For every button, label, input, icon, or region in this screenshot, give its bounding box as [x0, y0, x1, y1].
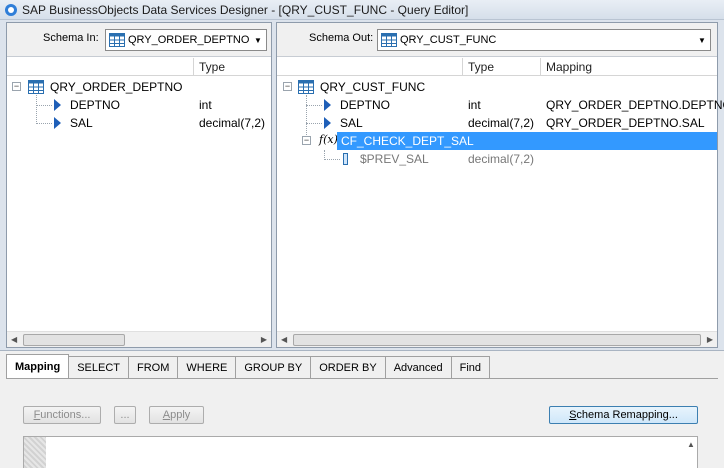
schema-in-root-row[interactable]: − QRY_ORDER_DEPTNO — [7, 78, 271, 96]
scroll-left-icon[interactable]: ◀ — [11, 335, 17, 344]
editor-gutter — [24, 437, 46, 468]
column-name: SAL — [340, 116, 363, 130]
expand-collapse-icon[interactable]: − — [283, 82, 292, 91]
tab-order-by[interactable]: ORDER BY — [310, 356, 386, 378]
variable-type: decimal(7,2) — [468, 152, 535, 166]
scroll-right-icon[interactable]: ▶ — [261, 335, 267, 344]
schema-out-combo[interactable]: QRY_CUST_FUNC ▼ — [377, 29, 711, 51]
schema-out-header: Schema Out: QRY_CUST_FUNC ▼ — [277, 23, 717, 57]
schema-out-root-row[interactable]: − QRY_CUST_FUNC — [277, 78, 717, 96]
schema-in-label: Schema In: — [43, 32, 99, 44]
scroll-thumb[interactable] — [293, 334, 701, 346]
tab-select[interactable]: SELECT — [68, 356, 130, 378]
functions-button[interactable]: Functions... — [23, 406, 101, 424]
schema-remapping-button-label: chema Remapping... — [576, 409, 678, 421]
schema-out-pane: Schema Out: QRY_CUST_FUNC ▼ Type Mapping… — [276, 22, 724, 348]
apply-button[interactable]: Apply — [149, 406, 204, 424]
type-column-header[interactable]: Type — [199, 60, 225, 74]
column-separator[interactable] — [540, 58, 541, 76]
tab-find[interactable]: Find — [450, 356, 491, 378]
table-row[interactable]: DEPTNO int — [7, 96, 271, 114]
schema-in-column-headers: Type — [7, 58, 271, 76]
functions-button-mnemonic: F — [33, 409, 41, 421]
column-type: int — [199, 98, 212, 112]
function-name: CF_CHECK_DEPT_SAL — [341, 134, 474, 148]
tab-mapping[interactable]: Mapping — [6, 354, 70, 378]
table-row[interactable]: SAL decimal(7,2) — [7, 114, 271, 132]
functions-button-label: unctions... — [40, 409, 91, 421]
column-separator[interactable] — [193, 58, 194, 76]
table-icon — [381, 33, 397, 47]
schema-remapping-button-mnemonic: S — [569, 409, 577, 421]
variable-name: $PREV_SAL — [360, 152, 429, 166]
scroll-left-icon[interactable]: ◀ — [281, 335, 287, 344]
tab-advanced[interactable]: Advanced — [384, 356, 452, 378]
tree-line — [306, 123, 322, 124]
column-mapping: QRY_ORDER_DEPTNO.SAL — [546, 116, 705, 130]
schema-in-pane: Schema In: QRY_ORDER_DEPTNO ▼ Type − QRY… — [6, 22, 272, 348]
column-type: decimal(7,2) — [199, 116, 266, 130]
horizontal-scrollbar[interactable]: ◀ ▶ — [7, 331, 271, 347]
schema-out-label: Schema Out: — [309, 32, 374, 44]
expand-collapse-icon[interactable]: − — [302, 136, 311, 145]
horizontal-scrollbar[interactable]: ◀ ▶ — [277, 331, 717, 347]
variable-icon — [343, 153, 348, 165]
tree-line — [36, 123, 52, 124]
column-type: decimal(7,2) — [468, 116, 535, 130]
column-arrow-icon — [324, 117, 331, 129]
schema-out-combo-value: QRY_CUST_FUNC — [400, 34, 497, 46]
scroll-up-icon[interactable]: ▲ — [687, 440, 695, 449]
column-mapping: QRY_ORDER_DEPTNO.DEPTNO — [546, 98, 724, 112]
ellipsis-button[interactable]: ... — [114, 406, 136, 424]
column-arrow-icon — [54, 99, 61, 111]
tab-where[interactable]: WHERE — [177, 356, 237, 378]
title-bar: SAP BusinessObjects Data Services Design… — [0, 0, 724, 20]
table-icon — [28, 80, 44, 94]
window-title: SAP BusinessObjects Data Services Design… — [22, 2, 469, 17]
bottom-panel: Mapping SELECT FROM WHERE GROUP BY ORDER… — [0, 350, 724, 468]
schema-remapping-button[interactable]: Schema Remapping... — [549, 406, 698, 424]
mapping-editor[interactable] — [23, 436, 698, 468]
schema-in-combo[interactable]: QRY_ORDER_DEPTNO ▼ — [105, 29, 267, 51]
scroll-right-icon[interactable]: ▶ — [707, 335, 713, 344]
column-type: int — [468, 98, 481, 112]
expand-collapse-icon[interactable]: − — [12, 82, 21, 91]
function-row[interactable]: − f(x) CF_CHECK_DEPT_SAL — [277, 132, 717, 150]
table-row[interactable]: SAL decimal(7,2) QRY_ORDER_DEPTNO.SAL — [277, 114, 717, 132]
tab-group-by[interactable]: GROUP BY — [235, 356, 312, 378]
app-icon — [5, 3, 17, 16]
dropdown-arrow-icon[interactable]: ▼ — [694, 30, 710, 50]
column-arrow-icon — [324, 99, 331, 111]
tree-line — [306, 105, 322, 106]
column-name: SAL — [70, 116, 93, 130]
table-icon — [109, 33, 125, 47]
variable-row[interactable]: $PREV_SAL decimal(7,2) — [277, 150, 717, 168]
schema-out-root-name: QRY_CUST_FUNC — [320, 80, 426, 94]
dropdown-arrow-icon[interactable]: ▼ — [250, 30, 266, 50]
mapping-column-header[interactable]: Mapping — [546, 60, 592, 74]
tree-line — [36, 105, 52, 106]
schema-in-header: Schema In: QRY_ORDER_DEPTNO ▼ — [7, 23, 271, 57]
apply-button-label: pply — [170, 409, 191, 421]
tab-from[interactable]: FROM — [128, 356, 179, 378]
function-icon: f(x) — [319, 133, 338, 146]
schema-in-root-name: QRY_ORDER_DEPTNO — [50, 80, 183, 94]
column-separator[interactable] — [462, 58, 463, 76]
apply-button-mnemonic: A — [162, 409, 171, 421]
column-name: DEPTNO — [340, 98, 391, 112]
table-row[interactable]: DEPTNO int QRY_ORDER_DEPTNO.DEPTNO — [277, 96, 724, 114]
tree-line — [324, 159, 340, 160]
editor-tabs: Mapping SELECT FROM WHERE GROUP BY ORDER… — [6, 354, 491, 378]
type-column-header[interactable]: Type — [468, 60, 494, 74]
table-icon — [298, 80, 314, 94]
scroll-thumb[interactable] — [23, 334, 125, 346]
column-arrow-icon — [54, 117, 61, 129]
schema-in-combo-value: QRY_ORDER_DEPTNO — [128, 34, 250, 46]
schema-out-column-headers: Type Mapping — [277, 58, 717, 76]
column-name: DEPTNO — [70, 98, 121, 112]
